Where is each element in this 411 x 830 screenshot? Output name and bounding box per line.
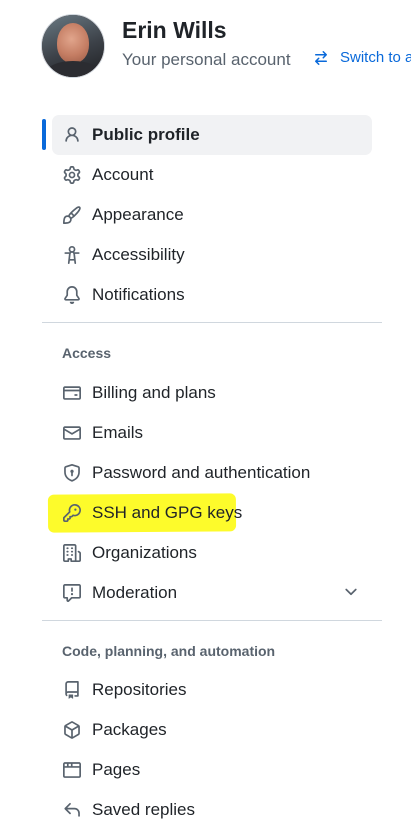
sidebar-item-billing[interactable]: Billing and plans (52, 373, 372, 413)
sidebar-item-public-profile[interactable]: Public profile (52, 115, 372, 155)
sidebar-item-organizations[interactable]: Organizations (52, 533, 372, 573)
sidebar-item-password-auth[interactable]: Password and authentication (52, 453, 372, 493)
repo-icon (62, 680, 82, 700)
active-indicator (42, 119, 46, 150)
code-section-heading: Code, planning, and automation (62, 643, 276, 659)
browser-icon (62, 760, 82, 780)
sidebar-item-saved-replies[interactable]: Saved replies (52, 790, 372, 830)
mail-icon (62, 423, 82, 443)
package-icon (62, 720, 82, 740)
sidebar-item-label: Public profile (92, 125, 200, 144)
sidebar-item-pages[interactable]: Pages (52, 750, 372, 790)
arrow-switch-icon (315, 50, 327, 65)
user-name: Erin Wills (122, 17, 227, 43)
sidebar-item-label: Saved replies (92, 800, 196, 819)
sidebar-item-label: Password and authentication (92, 463, 311, 482)
sidebar-item-label: Account (92, 165, 154, 184)
sidebar-item-label: Emails (92, 423, 144, 442)
account-type-label: Your personal account (122, 50, 291, 69)
reply-icon (62, 800, 82, 820)
sidebar-item-label: Billing and plans (92, 383, 216, 402)
report-icon (62, 583, 82, 603)
section-divider (42, 322, 382, 323)
credit-card-icon (62, 383, 82, 403)
paintbrush-icon (62, 205, 82, 225)
switch-account-label[interactable]: Switch to a (340, 49, 411, 66)
sidebar-item-label: Notifications (92, 285, 185, 304)
sidebar-item-accessibility[interactable]: Accessibility (52, 235, 372, 275)
sidebar-item-label: Moderation (92, 583, 178, 602)
sidebar-item-emails[interactable]: Emails (52, 413, 372, 453)
sidebar-item-label: Repositories (92, 680, 187, 699)
sidebar-item-notifications[interactable]: Notifications (52, 275, 372, 315)
sidebar-item-label: Accessibility (92, 245, 185, 264)
shield-lock-icon (62, 463, 82, 483)
sidebar-item-packages[interactable]: Packages (52, 710, 372, 750)
sidebar-item-label: SSH and GPG keys (92, 503, 243, 522)
accessibility-icon (62, 245, 82, 265)
sidebar-item-repositories[interactable]: Repositories (52, 670, 372, 710)
access-section-heading: Access (62, 345, 112, 361)
section-divider (42, 620, 382, 621)
sidebar-item-label: Appearance (92, 205, 184, 224)
chevron-down-icon[interactable] (342, 583, 360, 606)
organization-icon (62, 543, 82, 563)
person-icon (62, 125, 82, 145)
avatar[interactable] (41, 14, 105, 78)
sidebar-item-moderation[interactable]: Moderation (52, 573, 372, 613)
sidebar-item-label: Pages (92, 760, 141, 779)
sidebar-item-ssh-gpg-keys[interactable]: SSH and GPG keys (52, 493, 372, 533)
sidebar-item-label: Packages (92, 720, 167, 739)
sidebar-item-label: Organizations (92, 543, 197, 562)
bell-icon (62, 285, 82, 305)
key-icon (62, 503, 82, 523)
sidebar-item-account[interactable]: Account (52, 155, 372, 195)
switch-account-link[interactable]: Switch to a (313, 49, 411, 66)
sidebar-item-appearance[interactable]: Appearance (52, 195, 372, 235)
gear-icon (62, 165, 82, 185)
account-header: Erin Wills Your personal account Switch … (0, 0, 411, 95)
